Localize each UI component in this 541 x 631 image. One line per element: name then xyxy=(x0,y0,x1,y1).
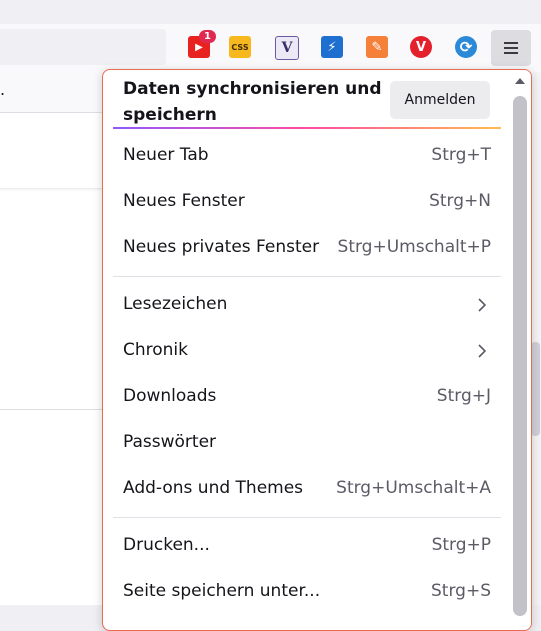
menu-item-label: Add-ons und Themes xyxy=(123,478,304,498)
menu-item-shortcut: Strg+S xyxy=(431,581,491,601)
menu-item-addons-themes[interactable]: Add-ons und Themes Strg+Umschalt+A xyxy=(113,470,501,510)
edit-extension-icon[interactable]: ✎ xyxy=(366,36,388,58)
menu-item-label: Downloads xyxy=(123,386,217,406)
notification-badge: 1 xyxy=(199,30,216,43)
account-gradient-divider xyxy=(113,127,501,129)
menu-separator xyxy=(113,276,501,277)
menu-scrollbar-thumb[interactable] xyxy=(513,96,527,616)
menu-item-bookmarks[interactable]: Lesezeichen xyxy=(113,286,501,326)
navigation-toolbar: ▶ 1 CSS V ⚡ ✎ V ⟳ xyxy=(0,24,541,72)
v-extension-icon[interactable]: V xyxy=(275,36,299,60)
bolt-extension-icon[interactable]: ⚡ xyxy=(321,36,343,58)
menu-item-label: Neues Fenster xyxy=(123,191,245,211)
menu-item-save-page-as[interactable]: Seite speichern unter... Strg+S xyxy=(113,573,501,613)
menu-item-label: Chronik xyxy=(123,340,189,360)
menu-item-new-window[interactable]: Neues Fenster Strg+N xyxy=(113,183,501,223)
menu-item-label: Lesezeichen xyxy=(123,294,228,314)
sync-extension-icon[interactable]: ⟳ xyxy=(455,36,477,58)
chevron-right-icon xyxy=(478,344,487,358)
youtube-extension-icon[interactable]: ▶ 1 xyxy=(188,30,216,58)
menu-separator xyxy=(113,517,501,518)
menu-item-passwords[interactable]: Passwörter xyxy=(113,424,501,464)
menu-item-print[interactable]: Drucken... Strg+P xyxy=(113,527,501,567)
menu-item-shortcut: Strg+Umschalt+P xyxy=(337,237,491,257)
menu-item-history[interactable]: Chronik xyxy=(113,332,501,372)
menu-item-label: Neuer Tab xyxy=(123,145,209,165)
css-extension-icon[interactable]: CSS xyxy=(229,36,251,58)
menu-item-shortcut: Strg+P xyxy=(431,535,491,555)
play-icon: ▶ xyxy=(195,41,203,53)
menu-item-downloads[interactable]: Downloads Strg+J xyxy=(113,378,501,418)
menu-item-label: Neues privates Fenster xyxy=(123,237,320,257)
scroll-up-arrow-icon[interactable] xyxy=(515,78,525,84)
menu-item-label: Passwörter xyxy=(123,432,217,452)
menu-item-shortcut: Strg+N xyxy=(429,191,491,211)
vivaldi-extension-icon[interactable]: V xyxy=(410,36,432,58)
page-scrollbar-thumb[interactable] xyxy=(531,342,540,436)
url-bar[interactable] xyxy=(0,29,166,65)
menu-item-new-tab[interactable]: Neuer Tab Strg+T xyxy=(113,137,501,177)
bookmark-overflow[interactable]: . xyxy=(0,80,5,99)
tab-strip xyxy=(0,0,541,24)
content-divider xyxy=(0,409,110,410)
menu-item-label: Drucken... xyxy=(123,535,210,555)
menu-item-shortcut: Strg+Umschalt+A xyxy=(336,478,491,498)
menu-item-label: Seite speichern unter... xyxy=(123,581,321,601)
content-card xyxy=(0,113,110,189)
chevron-right-icon xyxy=(478,298,487,312)
menu-item-new-private-window[interactable]: Neues privates Fenster Strg+Umschalt+P xyxy=(113,229,501,269)
menu-item-shortcut: Strg+J xyxy=(436,386,491,406)
signin-button[interactable]: Anmelden xyxy=(390,81,490,119)
menu-item-shortcut: Strg+T xyxy=(431,145,491,165)
app-menu-button[interactable] xyxy=(491,30,531,66)
sync-title: Daten synchronisieren und speichern xyxy=(123,79,382,125)
app-menu-panel: Daten synchronisieren und speichern Anme… xyxy=(102,69,532,631)
